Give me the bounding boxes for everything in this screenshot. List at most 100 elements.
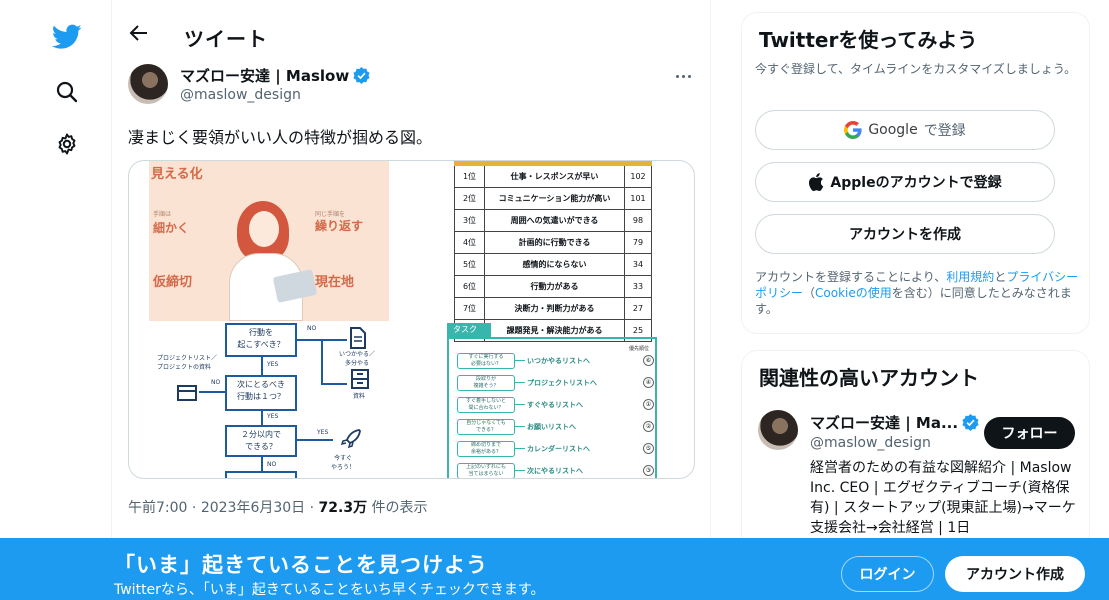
flow-line <box>261 357 263 375</box>
document-icon <box>350 327 366 349</box>
flow-no-label: NO <box>267 461 277 468</box>
ranking-cell-item: 感情的にならない <box>485 254 625 275</box>
task-connector <box>515 404 525 405</box>
author-handle[interactable]: @maslow_design <box>180 87 301 103</box>
related-name-row[interactable]: マズロー安達 | Ma... <box>810 412 979 433</box>
task-answer: お願いリストへ <box>527 423 576 431</box>
apple-signup-button[interactable]: Appleのアカウントで登録 <box>755 162 1055 202</box>
task-connector <box>515 426 525 427</box>
signup-banner: 「いま」起きていることを見つけよう Twitterなら、「いま」起きていることを… <box>0 538 1109 600</box>
task-frame: 優先順位 すぐに実行する 必要はない？ いつかやるリストへ ⑥ 段取りが 複雑そう？ プ… <box>447 337 657 478</box>
flow-side-label: プロジェクトリスト／ プロジェクトの資料 <box>157 355 218 371</box>
task-priority-number: ⑥ <box>643 355 654 366</box>
signup-title: Twitterを使ってみよう <box>759 28 978 52</box>
illust-label: 現在地 <box>315 275 355 290</box>
meta-separator: · <box>309 500 315 516</box>
avatar[interactable] <box>758 410 798 450</box>
task-question: すぐ着手しないと 間に合わない？ <box>457 397 515 413</box>
main-column: ツイート マズロー安達 | Maslow @maslow_design 凄まじく… <box>112 0 711 600</box>
create-account-button[interactable]: アカウントを作成 <box>755 214 1055 254</box>
task-question: すぐに実行する 必要はない？ <box>457 353 515 369</box>
flow-box-text: 行動を 起こすべき？ <box>237 328 285 349</box>
media-ranking-table: 1位 仕事・レスポンスが早い 102 2位 コミュニケーション能力が高い 101 3位 周囲へ… <box>454 161 652 342</box>
task-connector <box>515 382 525 383</box>
ranking-row: 7位 決断力・判断力がある 27 <box>454 298 652 320</box>
tweet-time[interactable]: 午前7:00 <box>128 500 187 516</box>
flow-box: 行動を 起こすべき？ <box>225 323 297 357</box>
task-answer: すぐやるリストへ <box>527 401 583 409</box>
flow-side-label: いつかやる／ 多分やる <box>339 351 376 367</box>
tweet-media-image[interactable]: 見える化 手順は 細かく 同じ手順を 繰り返す 仮締切 現在地 1位 仕事・レスポ… <box>128 160 695 479</box>
task-connector <box>515 470 525 471</box>
search-icon[interactable] <box>50 75 84 109</box>
views-count: 72.3万 <box>318 500 368 516</box>
terms-link[interactable]: 利用規約 <box>946 270 994 284</box>
more-options-icon[interactable] <box>671 66 695 86</box>
flow-box-text: 次にとるべき 行動は１つ？ <box>237 380 285 401</box>
avatar[interactable] <box>128 64 168 104</box>
ranking-cell-count: 101 <box>630 194 646 203</box>
ranking-cell-item: 決断力・判断力がある <box>485 298 625 319</box>
media-illustration: 見える化 手順は 細かく 同じ手順を 繰り返す 仮締切 現在地 <box>149 161 389 321</box>
google-suffix: で登録 <box>923 123 966 139</box>
ranking-row: 3位 周囲への気遣いができる 98 <box>454 210 652 232</box>
ranking-cell-item: 計画的に行動できる <box>485 232 625 253</box>
create-account-banner-button[interactable]: アカウント作成 <box>945 556 1085 592</box>
create-label: アカウントを作成 <box>849 227 961 243</box>
ranking-row: 4位 計画的に行動できる 79 <box>454 232 652 254</box>
ranking-row: 1位 仕事・レスポンスが早い 102 <box>454 166 652 188</box>
task-priority-number: ⑤ <box>643 443 654 454</box>
follow-button[interactable]: フォロー <box>984 417 1075 449</box>
task-answer: 次にやるリストへ <box>527 467 583 475</box>
cookie-link[interactable]: Cookieの使用 <box>815 286 892 300</box>
cabinet-icon <box>351 369 369 389</box>
flow-line <box>261 457 263 471</box>
ranking-cell-rank: 2位 <box>455 188 485 209</box>
login-button[interactable]: ログイン <box>841 556 934 592</box>
ranking-cell-item: コミュニケーション能力が高い <box>485 188 625 209</box>
tweet-text: 凄まじく要領がいい人の特徴が掴める図。 <box>128 128 433 147</box>
author-name[interactable]: マズロー安達 | Maslow <box>180 65 349 86</box>
signup-card: Twitterを使ってみよう 今すぐ登録して、タイムラインをカスタマイズしましょ… <box>741 12 1090 334</box>
related-title: 関連性の高いアカウント <box>759 366 979 390</box>
verified-badge-icon <box>353 67 370 84</box>
flow-no-label: NO <box>211 379 221 386</box>
author-name-row[interactable]: マズロー安達 | Maslow <box>180 65 370 86</box>
gear-icon[interactable] <box>50 127 84 161</box>
task-connector <box>515 448 525 449</box>
views-label: 件の表示 <box>371 500 428 516</box>
flow-side-label: 資料 <box>353 393 366 400</box>
flow-line <box>199 391 225 393</box>
illust-label: 仮締切 <box>153 275 193 290</box>
apple-icon <box>809 173 824 191</box>
task-answer: いつかやるリストへ <box>527 357 590 365</box>
verified-badge-icon <box>962 414 979 431</box>
google-signup-button[interactable]: Google で登録 <box>755 110 1055 150</box>
flow-line <box>261 411 263 425</box>
flow-no-label: NO <box>307 325 317 332</box>
legal-text-1: アカウントを登録することにより、 <box>755 270 947 284</box>
ranking-cell-rank: 5位 <box>455 254 485 275</box>
related-name[interactable]: マズロー安達 | Ma... <box>810 412 958 433</box>
legal-text: アカウントを登録することにより、利用規約とプライバシーポリシー（Cookieの使… <box>755 269 1085 317</box>
flow-box: ２分以内で できる？ <box>225 425 297 457</box>
flow-box-text: ２分以内で できる？ <box>241 430 281 451</box>
related-handle[interactable]: @maslow_design <box>810 435 931 451</box>
ranking-row: 2位 コミュニケーション能力が高い 101 <box>454 188 652 210</box>
ranking-cell-item: 仕事・レスポンスが早い <box>485 166 625 187</box>
related-accounts-card: 関連性の高いアカウント マズロー安達 | Ma... @maslow_desig… <box>741 350 1090 550</box>
ranking-row: 6位 行動力がある 33 <box>454 276 652 298</box>
ranking-cell-count: 33 <box>632 282 644 291</box>
folder-icon <box>177 385 197 401</box>
tweet-date[interactable]: 2023年6月30日 <box>201 500 305 516</box>
back-arrow-icon[interactable] <box>128 22 150 44</box>
google-icon <box>844 121 862 139</box>
task-question: 上記のいずれにも 当てはまらない <box>457 463 515 478</box>
flow-box <box>225 471 297 478</box>
signup-subtitle: 今すぐ登録して、タイムラインをカスタマイズしましょう。 <box>755 62 1077 76</box>
task-question: 自分じゃなくても できる？ <box>457 419 515 435</box>
illust-label: 繰り返す <box>315 219 364 233</box>
twitter-logo-icon[interactable] <box>50 20 84 54</box>
flow-line <box>297 439 333 441</box>
illust-label: 手順は <box>153 211 172 218</box>
